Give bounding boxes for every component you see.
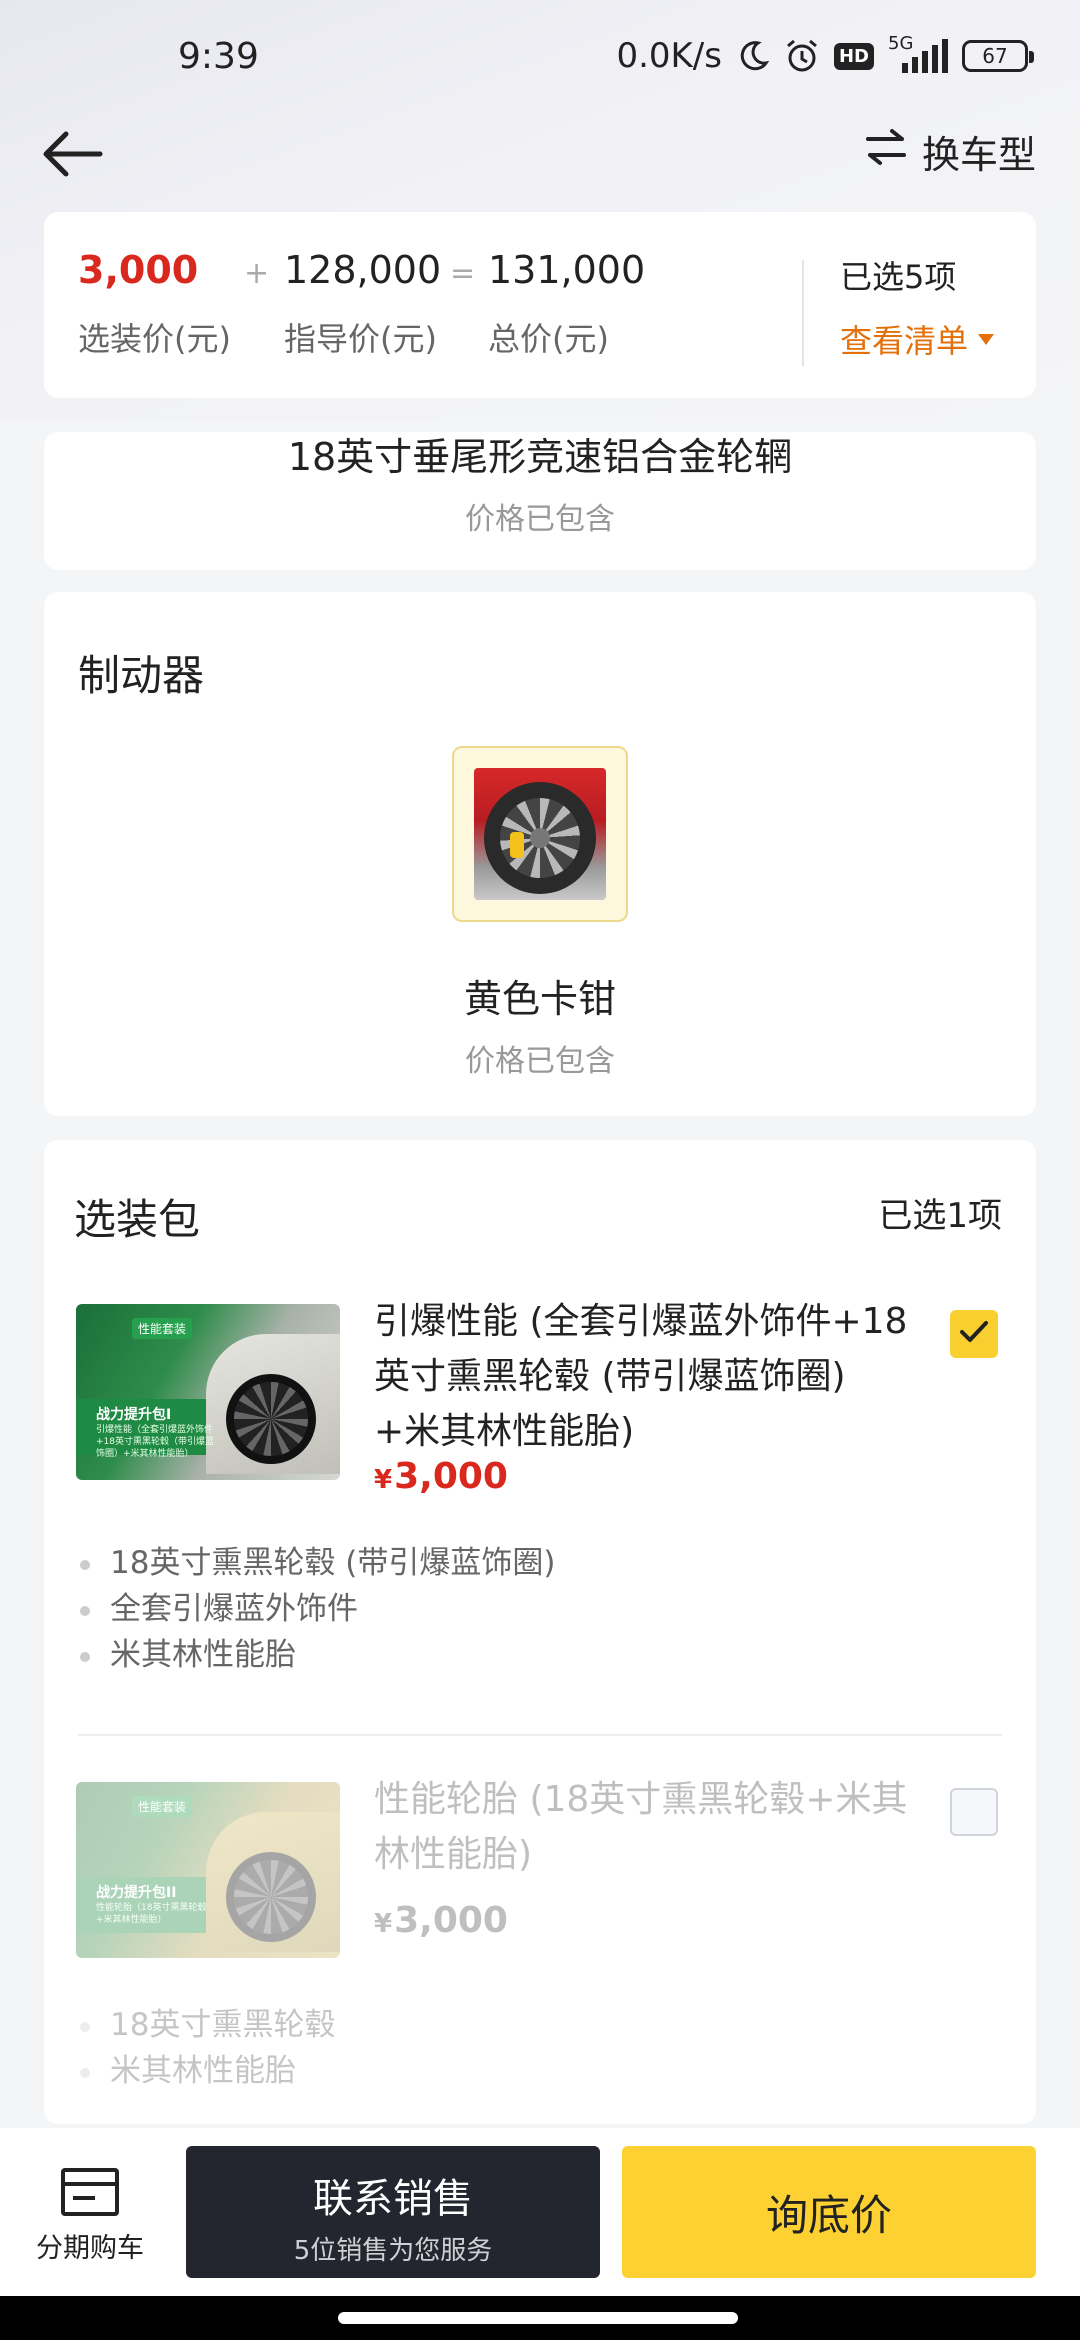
total-price-block: 131,000 总价(元) — [488, 248, 645, 360]
plus-sign: + — [244, 256, 270, 291]
package-price: ¥3,000 — [374, 1900, 508, 1941]
package-price-value: 3,000 — [394, 1456, 508, 1497]
option-price: 3,000 — [78, 248, 199, 292]
status-bar: 9:39 0.0K/s HD 5G 67 — [0, 0, 1080, 120]
currency-symbol: ¥ — [374, 1465, 393, 1495]
status-icons: 0.0K/s HD 5G 67 — [616, 33, 1034, 76]
guide-price: 128,000 — [284, 248, 442, 292]
brake-section-card: 制动器 黄色卡钳 价格已包含 — [44, 592, 1036, 1116]
wheel-name: 18英寸垂尾形竞速铝合金轮辋 — [287, 435, 793, 479]
chevron-down-icon — [978, 333, 995, 345]
guide-price-block: 128,000 指导价(元) — [284, 248, 441, 360]
switch-model-button[interactable]: 换车型 — [864, 124, 1036, 179]
package-feature: 18英寸熏黑轮毂 — [78, 2002, 335, 2048]
hd-icon: HD — [833, 42, 874, 70]
package-divider — [78, 1734, 1002, 1736]
installment-label: 分期购车 — [36, 2233, 144, 2264]
package-item[interactable]: 性能套装 战力提升包II 性能轮胎（18英寸熏黑轮毂+米其林性能胎） 性能轮胎 … — [44, 1779, 1036, 2102]
moon-icon — [736, 39, 770, 73]
wheel-option-card: 18英寸垂尾形竞速铝合金轮辋 价格已包含 — [44, 432, 1036, 570]
package-name: 引爆性能 (全套引爆蓝外饰件+18英寸熏黑轮毂 (带引爆蓝饰圈) +米其林性能胎… — [374, 1301, 908, 1452]
package-image-tag: 性能套装 — [132, 1796, 193, 1817]
package-image-title: 战力提升包I — [96, 1407, 172, 1423]
packages-selected-count: 已选1项 — [878, 1196, 1002, 1236]
view-list-label: 查看清单 — [840, 322, 969, 360]
packages-title: 选装包 — [74, 1195, 201, 1244]
package-feature-list: 18英寸熏黑轮毂 米其林性能胎 — [78, 2002, 335, 2094]
package-price-value: 3,000 — [394, 1900, 508, 1941]
package-image: 性能套装 战力提升包II 性能轮胎（18英寸熏黑轮毂+米其林性能胎） — [76, 1782, 340, 1958]
package-image-subtitle: 引爆性能（全套引爆蓝外饰件+18英寸熏黑轮毂（带引爆蓝饰圈）+米其林性能胎） — [96, 1425, 214, 1459]
package-image-title: 战力提升包II — [96, 1885, 177, 1901]
bottom-action-bar: 分期购车 联系销售 5位销售为您服务 询底价 — [0, 2128, 1080, 2296]
back-button[interactable] — [40, 124, 110, 184]
yellow-caliper-image — [474, 768, 606, 900]
guide-price-label: 指导价(元) — [284, 320, 437, 358]
package-image: 性能套装 战力提升包I 引爆性能（全套引爆蓝外饰件+18英寸熏黑轮毂（带引爆蓝饰… — [76, 1304, 340, 1480]
contact-sales-button[interactable]: 联系销售 5位销售为您服务 — [186, 2146, 600, 2278]
divider — [802, 260, 804, 366]
installment-icon — [61, 2168, 119, 2216]
package-checkbox-checked[interactable] — [950, 1310, 998, 1358]
network-type: 5G — [888, 33, 914, 54]
battery-icon: 67 — [962, 40, 1034, 72]
ask-lowest-price-button[interactable]: 询底价 — [622, 2146, 1036, 2278]
nav-bar: 换车型 — [0, 110, 1080, 200]
package-feature: 全套引爆蓝外饰件 — [78, 1586, 556, 1632]
battery-level: 67 — [982, 44, 1008, 68]
brake-included-note: 价格已包含 — [465, 1044, 615, 1079]
selected-count: 已选5项 — [840, 258, 957, 296]
check-icon — [959, 1319, 989, 1349]
status-time: 9:39 — [178, 36, 259, 77]
network-speed: 0.0K/s — [616, 36, 722, 76]
package-feature: 18英寸熏黑轮毂 (带引爆蓝饰圈) — [78, 1540, 556, 1586]
package-image-tag: 性能套装 — [132, 1318, 193, 1339]
brake-option-name: 黄色卡钳 — [463, 977, 616, 1021]
package-name: 性能轮胎 (18英寸熏黑轮毂+米其林性能胎) — [374, 1779, 908, 1875]
switch-model-label: 换车型 — [921, 133, 1036, 177]
equals-sign: = — [450, 256, 476, 291]
alarm-icon — [784, 38, 820, 74]
swap-icon — [864, 127, 908, 176]
packages-section-card: 选装包 已选1项 性能套装 战力提升包I 引爆性能（全套引爆蓝外饰件+18英寸熏… — [44, 1140, 1036, 2124]
total-price: 131,000 — [488, 248, 646, 292]
option-price-block: 3,000 选装价(元) — [78, 248, 231, 360]
wheel-included-note: 价格已包含 — [465, 502, 615, 537]
view-list-button[interactable]: 查看清单 — [840, 316, 995, 362]
total-price-label: 总价(元) — [488, 320, 609, 358]
price-summary-card: 3,000 选装价(元) + 128,000 指导价(元) = 131,000 … — [44, 212, 1036, 398]
package-checkbox-unchecked[interactable] — [950, 1788, 998, 1836]
package-feature-list: 18英寸熏黑轮毂 (带引爆蓝饰圈) 全套引爆蓝外饰件 米其林性能胎 — [78, 1540, 556, 1678]
installment-button[interactable]: 分期购车 — [20, 2168, 160, 2265]
package-feature: 米其林性能胎 — [78, 2048, 335, 2094]
back-arrow-icon — [40, 131, 104, 188]
home-indicator[interactable] — [338, 2312, 738, 2324]
option-price-label: 选装价(元) — [78, 320, 231, 358]
signal-icon: 5G — [888, 33, 948, 73]
package-item[interactable]: 性能套装 战力提升包I 引爆性能（全套引爆蓝外饰件+18英寸熏黑轮毂（带引爆蓝饰… — [44, 1301, 1036, 1724]
package-price: ¥3,000 — [374, 1456, 508, 1497]
brake-section-title: 制动器 — [78, 651, 205, 700]
package-image-subtitle: 性能轮胎（18英寸熏黑轮毂+米其林性能胎） — [96, 1903, 207, 1925]
contact-sales-subtitle: 5位销售为您服务 — [293, 2236, 493, 2266]
system-nav-area — [0, 2296, 1080, 2340]
brake-option-thumbnail[interactable] — [452, 746, 628, 922]
package-feature: 米其林性能胎 — [78, 1632, 556, 1678]
currency-symbol: ¥ — [374, 1909, 393, 1939]
contact-sales-title: 联系销售 — [313, 2176, 473, 2222]
